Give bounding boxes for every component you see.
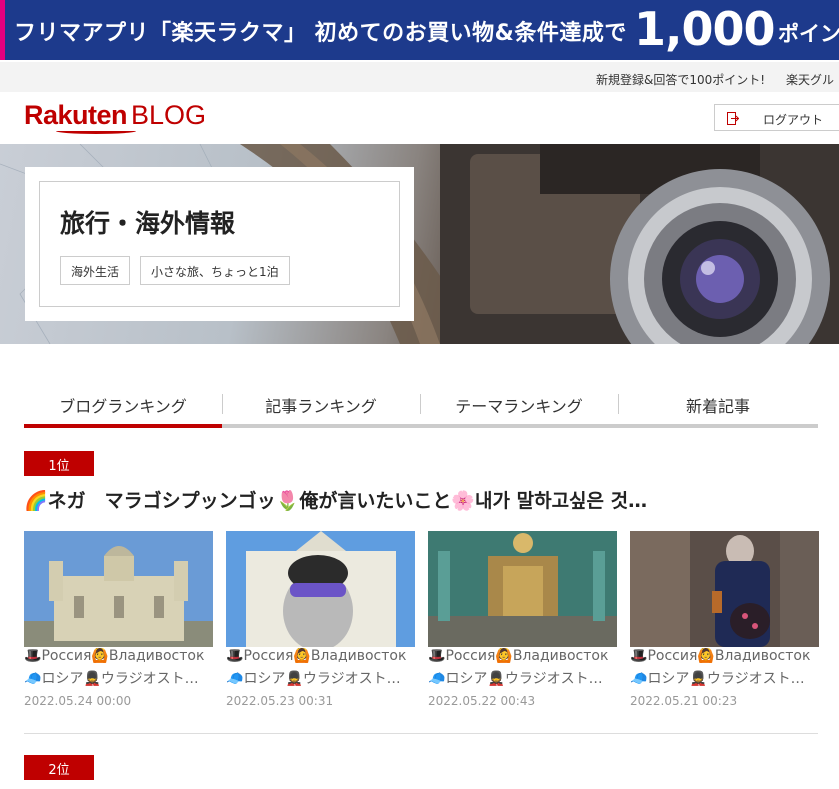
post-title-line-1: 🎩Россия🙆Владивосток [226, 648, 407, 664]
guard-icon: 💂 [83, 671, 101, 687]
logo-rakuten-text: Rakuten [24, 100, 128, 130]
ranking-divider [24, 733, 818, 734]
post-thumbnail-person [630, 531, 819, 647]
post-title-line-2: 🧢ロシア💂ウラジオスト… [630, 671, 805, 687]
cap-icon: 🧢 [226, 671, 244, 687]
genre-title: 旅行・海外情報 [60, 209, 236, 238]
tab-article-ranking[interactable]: 記事ランキング [222, 388, 420, 422]
guard-icon: 💂 [689, 671, 707, 687]
utility-bar: 新規登録&回答で100ポイント! 楽天グル [0, 62, 839, 92]
guard-icon: 💂 [285, 671, 303, 687]
tab-theme-ranking[interactable]: テーマランキング [420, 388, 618, 422]
banner-amount: 1,000 [634, 2, 776, 56]
rakuten-blog-logo[interactable]: Rakuten BLOG [24, 100, 206, 134]
tab-new-articles[interactable]: 新着記事 [618, 388, 818, 422]
post-title-line-2: 🧢ロシア💂ウラジオスト… [428, 671, 603, 687]
cap-icon: 🧢 [428, 671, 446, 687]
ranking-tabs: ブログランキング 記事ランキング テーマランキング 新着記事 [24, 388, 818, 428]
post-thumbnail-church-interior [428, 531, 617, 647]
guard-icon: 💂 [487, 671, 505, 687]
logo-swoosh [56, 128, 136, 134]
person-icon: 🙆 [91, 648, 109, 664]
hero-title-card-border: 旅行・海外情報 海外生活 小さな旅、ちょっと1泊 [39, 181, 400, 307]
top-hat-icon: 🎩 [630, 648, 648, 664]
top-hat-icon: 🎩 [428, 648, 446, 664]
top-hat-icon: 🎩 [226, 648, 244, 664]
cherry-blossom-icon: 🌸 [451, 490, 476, 512]
tabs-active-indicator [24, 424, 222, 428]
tab-blog-ranking[interactable]: ブログランキング [24, 388, 222, 422]
post-date: 2022.05.22 00:43 [428, 694, 536, 708]
post-date: 2022.05.23 00:31 [226, 694, 334, 708]
person-icon: 🙆 [293, 648, 311, 664]
promo-banner[interactable]: フリマアプリ「楽天ラクマ」 初めてのお買い物&条件達成で 1,000 ポイン [0, 0, 839, 60]
rank-1-title-part1: ネガ マラゴシプッンゴッ [47, 490, 276, 512]
cap-icon: 🧢 [630, 671, 648, 687]
logout-icon [727, 112, 739, 125]
banner-accent-stripe [0, 0, 5, 60]
post-thumbnail-selfie [226, 531, 415, 647]
rank-badge-2: 2位 [24, 755, 94, 780]
banner-unit: ポイン [778, 22, 839, 46]
post-title-line-1: 🎩Россия🙆Владивосток [630, 648, 811, 664]
rainbow-icon: 🌈 [24, 490, 48, 512]
top-hat-icon: 🎩 [24, 648, 42, 664]
rakuten-group-link[interactable]: 楽天グル [786, 71, 834, 88]
logo-blog-text: BLOG [131, 100, 207, 130]
rank-1-title-part3: 내가 말하고싶은 것… [475, 490, 648, 512]
post-date: 2022.05.24 00:00 [24, 694, 132, 708]
post-thumbnail-church [24, 531, 213, 647]
register-points-link[interactable]: 新規登録&回答で100ポイント! [596, 71, 765, 88]
post-title-line-1: 🎩Россия🙆Владивосток [428, 648, 609, 664]
cap-icon: 🧢 [24, 671, 42, 687]
post-date: 2022.05.21 00:23 [630, 694, 738, 708]
post-title-line-2: 🧢ロシア💂ウラジオスト… [226, 671, 401, 687]
hero-title-card: 旅行・海外情報 海外生活 小さな旅、ちょっと1泊 [25, 167, 414, 321]
logout-label: ログアウト [763, 113, 824, 127]
rank-badge-1: 1位 [24, 451, 94, 476]
post-title-line-2: 🧢ロシア💂ウラジオスト… [24, 671, 199, 687]
person-icon: 🙆 [495, 648, 513, 664]
post-title-line-1: 🎩Россия🙆Владивосток [24, 648, 205, 664]
banner-text: フリマアプリ「楽天ラクマ」 初めてのお買い物&条件達成で [14, 21, 627, 46]
tag-small-trip[interactable]: 小さな旅、ちょっと1泊 [140, 256, 290, 285]
person-icon: 🙆 [697, 648, 715, 664]
tag-overseas-life[interactable]: 海外生活 [60, 256, 131, 285]
logout-button[interactable]: ログアウト [714, 104, 839, 131]
rank-1-title-part2: 俺が言いたいこと [299, 490, 452, 512]
tulip-icon: 🌷 [275, 490, 300, 512]
rank-1-blog-title[interactable]: 🌈ネガ マラゴシプッンゴッ🌷俺が言いたいこと🌸내가 말하고싶은 것… [24, 486, 647, 513]
